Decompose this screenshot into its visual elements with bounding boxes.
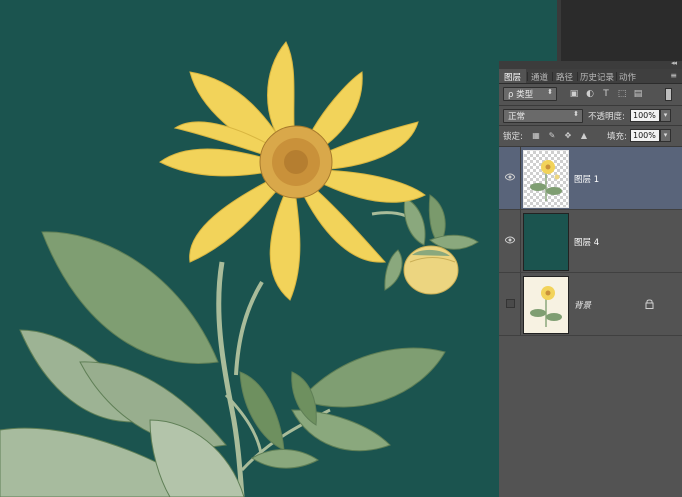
visibility-toggle-empty[interactable] bbox=[506, 299, 515, 308]
layer-name[interactable]: 图层 4 bbox=[574, 236, 599, 248]
opacity-label: 不透明度: bbox=[588, 112, 625, 122]
lock-paint-icon[interactable]: ✎ bbox=[548, 132, 556, 140]
layer-thumbnail bbox=[523, 213, 569, 271]
visibility-eye-icon[interactable] bbox=[505, 173, 515, 181]
tab-history[interactable]: 历史记录 bbox=[580, 71, 614, 83]
opacity-input[interactable]: 100% bbox=[630, 109, 660, 122]
panel-title-bar[interactable]: ◂◂ bbox=[499, 59, 682, 69]
panel-menu-icon[interactable]: ≡ bbox=[670, 71, 677, 80]
fill-input[interactable]: 100% bbox=[630, 129, 660, 142]
chevron-down-icon: ⬍ bbox=[573, 110, 579, 118]
lock-icon bbox=[645, 299, 654, 309]
blend-row: 正常 ⬍ 不透明度: 100% ▾ bbox=[499, 106, 682, 125]
collapse-panel-icon[interactable]: ◂◂ bbox=[671, 59, 677, 67]
tab-actions[interactable]: 动作 bbox=[619, 71, 636, 83]
flower-thumbnail-icon bbox=[530, 160, 562, 201]
layer-row[interactable]: 图层 4 bbox=[499, 210, 682, 273]
type-filter-icon[interactable]: T bbox=[601, 89, 611, 99]
filter-toggle[interactable] bbox=[665, 88, 672, 101]
fill-label: 填充: bbox=[607, 132, 627, 142]
chevron-down-icon: ⬍ bbox=[547, 88, 553, 96]
flower-artwork bbox=[0, 41, 479, 497]
smart-object-filter-icon[interactable]: ▤ bbox=[633, 89, 643, 99]
layers-list: 图层 1 图层 4 背景 bbox=[499, 147, 682, 337]
visibility-eye-icon[interactable] bbox=[505, 236, 515, 244]
layers-panel: ◂◂ 图层 通道 路径 历史记录 动作 ≡ ρ 类型 ⬍ ▣ ◐ T ⬚ ▤ 正常… bbox=[499, 59, 682, 497]
fill-slider-icon[interactable]: ▾ bbox=[660, 129, 671, 142]
tab-channels[interactable]: 通道 bbox=[531, 71, 548, 83]
lock-move-icon[interactable]: ✥ bbox=[564, 132, 572, 140]
layer-filter-row: ρ 类型 ⬍ ▣ ◐ T ⬚ ▤ bbox=[499, 84, 682, 104]
lock-row: 锁定: ▦ ✎ ✥ ▲ 填充: 100% ▾ bbox=[499, 126, 682, 146]
layer-thumbnail bbox=[523, 276, 569, 334]
lock-label: 锁定: bbox=[503, 132, 523, 142]
image-filter-icon[interactable]: ▣ bbox=[569, 89, 579, 99]
shape-filter-icon[interactable]: ⬚ bbox=[617, 89, 627, 99]
filter-kind-dropdown[interactable]: ρ 类型 ⬍ bbox=[503, 87, 557, 101]
flower-thumbnail-icon bbox=[530, 286, 562, 327]
opacity-slider-icon[interactable]: ▾ bbox=[660, 109, 671, 122]
layer-row[interactable]: 图层 1 bbox=[499, 147, 682, 210]
workspace-background bbox=[557, 0, 682, 61]
lock-transparent-icon[interactable]: ▦ bbox=[532, 132, 540, 140]
layer-row[interactable]: 背景 bbox=[499, 273, 682, 336]
layer-thumbnail bbox=[523, 150, 569, 208]
layer-name[interactable]: 图层 1 bbox=[574, 173, 599, 185]
lock-all-icon[interactable]: ▲ bbox=[580, 132, 588, 140]
adjustment-filter-icon[interactable]: ◐ bbox=[585, 89, 595, 99]
tab-layers[interactable]: 图层 bbox=[504, 71, 521, 83]
blend-mode-dropdown[interactable]: 正常 ⬍ bbox=[503, 109, 583, 123]
tab-paths[interactable]: 路径 bbox=[556, 71, 573, 83]
panel-tabs: 图层 通道 路径 历史记录 动作 ≡ bbox=[499, 69, 682, 84]
layer-name[interactable]: 背景 bbox=[574, 299, 591, 311]
